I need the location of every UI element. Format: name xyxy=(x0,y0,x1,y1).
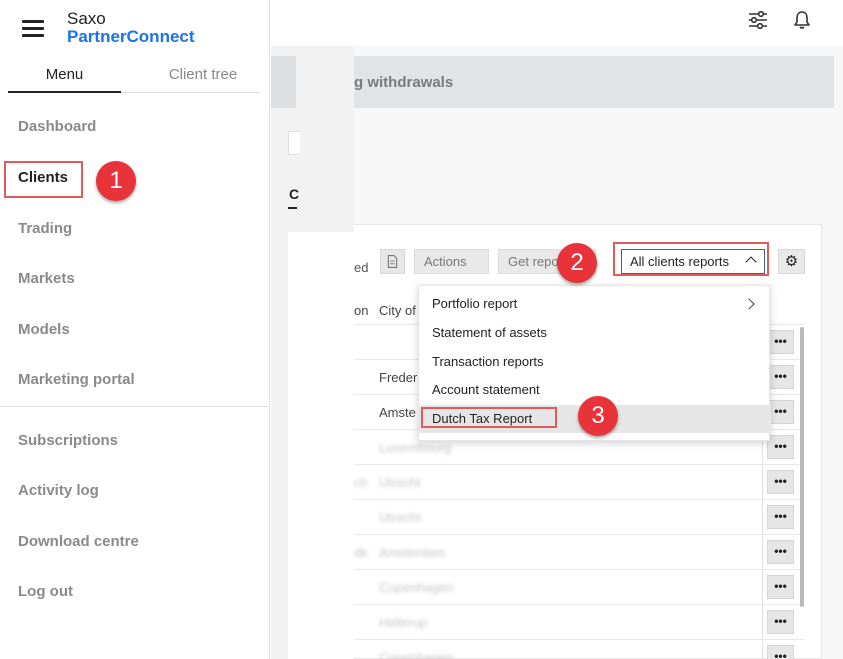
sidebar-item-download-centre[interactable]: Download centre xyxy=(18,533,139,550)
gear-icon[interactable]: ⚙ xyxy=(778,249,805,274)
content-tab-fragment[interactable]: C xyxy=(289,186,299,202)
table-row[interactable]: Hellerup xyxy=(354,605,804,640)
city-cell: Hellerup xyxy=(379,615,428,630)
lead-cell: dk xyxy=(354,545,368,560)
step-badge-3: 3 xyxy=(578,396,618,436)
toolbar-fragment-text: ed xyxy=(354,260,369,275)
row-more-button[interactable]: ••• xyxy=(767,540,794,564)
sidebar-item-log-out[interactable]: Log out xyxy=(18,583,73,600)
table-scrollbar[interactable] xyxy=(800,327,804,607)
highlight-all-clients-reports xyxy=(613,242,769,276)
brand-product: PartnerConnect xyxy=(67,27,195,46)
page-background-strip: C xyxy=(271,46,354,659)
banner-title: g withdrawals xyxy=(354,74,454,91)
sidebar: Saxo PartnerConnect Menu Client tree Das… xyxy=(0,0,270,659)
card-fragment xyxy=(288,232,354,659)
city-cell: Copenhagen xyxy=(379,650,454,659)
menu-item-statement-of-assets[interactable]: Statement of assets xyxy=(419,319,771,347)
row-more-button[interactable]: ••• xyxy=(767,400,794,424)
row-more-button[interactable]: ••• xyxy=(767,575,794,599)
column-header-fragment[interactable]: on xyxy=(354,303,368,318)
search-input-fragment[interactable] xyxy=(288,131,300,155)
sidebar-item-marketing-portal[interactable]: Marketing portal xyxy=(18,371,135,388)
city-cell: Amste xyxy=(379,405,416,420)
menu-item-portfolio-report[interactable]: Portfolio report xyxy=(419,290,771,318)
menu-item-transaction-reports[interactable]: Transaction reports xyxy=(419,348,771,376)
filter-settings-icon[interactable] xyxy=(748,11,768,29)
table-row[interactable]: Copenhagen xyxy=(354,570,804,605)
sidebar-item-dashboard[interactable]: Dashboard xyxy=(18,118,96,135)
table-row[interactable]: Copenhagen xyxy=(354,640,804,659)
sidebar-item-models[interactable]: Models xyxy=(18,321,70,338)
row-more-button[interactable]: ••• xyxy=(767,470,794,494)
row-more-button[interactable]: ••• xyxy=(767,365,794,389)
table-row[interactable]: dk Amsterdam xyxy=(354,535,804,570)
sidebar-item-activity-log[interactable]: Activity log xyxy=(18,482,99,499)
column-header-city[interactable]: City of xyxy=(379,303,416,318)
table-row[interactable]: ch Utrecht xyxy=(354,465,804,500)
highlight-dutch-tax-report xyxy=(421,407,557,428)
bell-icon[interactable] xyxy=(792,10,812,30)
step-badge-2: 2 xyxy=(557,243,597,283)
step-badge-1: 1 xyxy=(96,161,136,201)
menu-item-label: Transaction reports xyxy=(432,354,544,369)
city-cell: Luxembourg xyxy=(379,440,452,455)
highlight-clients xyxy=(4,161,83,198)
row-more-button[interactable]: ••• xyxy=(767,435,794,459)
banner-fragment xyxy=(271,56,296,108)
lead-cell: ch xyxy=(354,475,368,490)
row-more-button[interactable]: ••• xyxy=(767,330,794,354)
sidebar-item-markets[interactable]: Markets xyxy=(18,270,75,287)
city-cell: Copenhagen xyxy=(379,580,454,595)
page-banner: g withdrawals xyxy=(354,56,834,108)
menu-item-label: Account statement xyxy=(432,382,540,397)
actions-button[interactable]: Actions xyxy=(414,249,489,274)
content-tab-underline xyxy=(288,207,297,209)
sidebar-item-subscriptions[interactable]: Subscriptions xyxy=(18,432,118,449)
chevron-right-icon xyxy=(743,298,755,310)
menu-item-label: Portfolio report xyxy=(432,296,518,311)
tab-client-tree[interactable]: Client tree xyxy=(142,60,264,93)
brand-name: Saxo xyxy=(67,9,106,28)
city-cell: Freder xyxy=(379,370,418,385)
row-more-button[interactable]: ••• xyxy=(767,610,794,634)
tab-menu[interactable]: Menu xyxy=(8,60,121,93)
menu-item-label: Statement of assets xyxy=(432,325,547,340)
city-cell: Utrecht xyxy=(379,510,421,525)
table-row[interactable]: Utrecht xyxy=(354,500,804,535)
row-more-button[interactable]: ••• xyxy=(767,645,794,659)
city-cell: Amsterdam xyxy=(379,545,446,560)
city-cell: Utrecht xyxy=(379,475,421,490)
hamburger-menu-icon[interactable] xyxy=(22,20,44,38)
sidebar-divider xyxy=(0,406,269,407)
sidebar-tabs: Menu Client tree xyxy=(8,60,260,93)
sidebar-item-trading[interactable]: Trading xyxy=(18,220,72,237)
document-icon[interactable] xyxy=(380,249,405,274)
row-more-button[interactable]: ••• xyxy=(767,505,794,529)
